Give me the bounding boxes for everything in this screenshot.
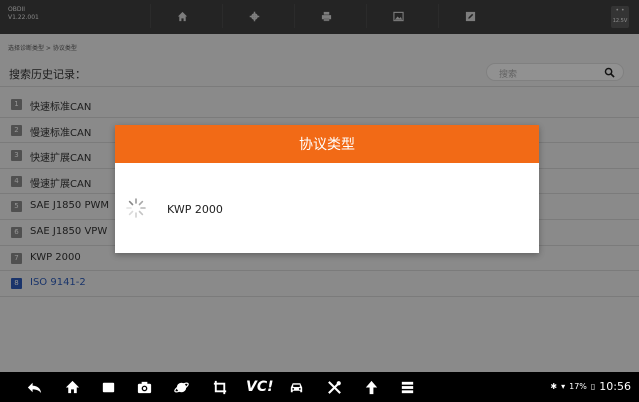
- vehicle-button[interactable]: [288, 378, 305, 396]
- browser-button[interactable]: [173, 378, 190, 396]
- wifi-icon: ▾: [561, 382, 566, 391]
- recent-apps-button[interactable]: [100, 378, 117, 396]
- dialog-body: KWP 2000: [115, 163, 539, 253]
- camera-icon: [137, 381, 152, 393]
- car-icon: [290, 382, 303, 392]
- back-button[interactable]: [26, 378, 43, 396]
- crop-button[interactable]: [212, 378, 229, 396]
- battery-icon: ▯: [590, 382, 596, 391]
- arrow-up-icon: [365, 380, 378, 394]
- dialog-header: 协议类型: [115, 125, 539, 163]
- loading-spinner-icon: [126, 198, 146, 218]
- vci-button[interactable]: VC!: [246, 378, 274, 396]
- dialog-message: KWP 2000: [167, 203, 223, 216]
- planet-icon: [174, 382, 189, 392]
- status-area: ✱ ▾ 17% ▯ 10:56: [550, 380, 631, 393]
- screenshot-button[interactable]: [136, 378, 153, 396]
- tools-button[interactable]: [326, 378, 343, 396]
- home-icon: [65, 380, 80, 393]
- crop-icon: [213, 380, 227, 394]
- back-icon: [27, 382, 42, 393]
- menu-button[interactable]: [399, 378, 416, 396]
- protocol-type-dialog: 协议类型 KWP 2000: [115, 125, 539, 253]
- dialog-title: 协议类型: [299, 137, 355, 153]
- bluetooth-icon: ✱: [550, 382, 558, 391]
- recent-apps-icon: [102, 382, 115, 392]
- battery-percent: 17%: [569, 382, 587, 391]
- system-nav-bar: VC! ✱ ▾ 17% ▯ 10:56: [0, 372, 639, 402]
- tools-icon: [328, 380, 341, 394]
- home-nav-button[interactable]: [64, 378, 81, 396]
- upload-button[interactable]: [363, 378, 380, 396]
- clock: 10:56: [599, 380, 631, 393]
- menu-icon: [401, 381, 414, 393]
